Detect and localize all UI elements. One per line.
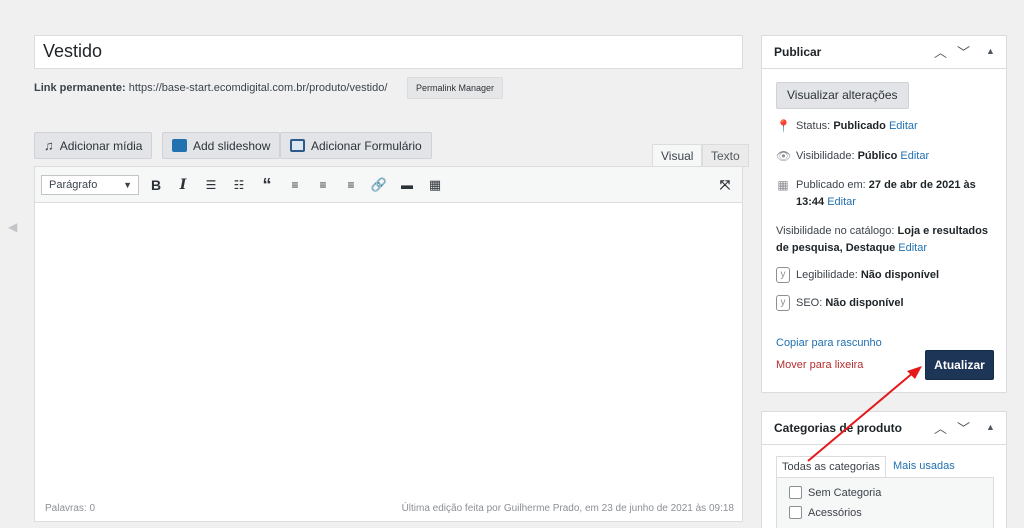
chevron-down-icon[interactable]: ﹀ [957, 418, 970, 437]
permalink-manager-button[interactable]: Permalink Manager [407, 77, 504, 99]
align-left-icon[interactable]: ≡ [286, 176, 304, 194]
categories-title: Categorias de produto [774, 421, 903, 435]
chevron-up-icon[interactable]: ︿ [934, 418, 947, 437]
word-count: Palavras: 0 [45, 503, 96, 514]
italic-icon[interactable]: I [174, 176, 192, 194]
preview-changes-button[interactable]: Visualizar alterações [776, 82, 909, 109]
copy-to-draft-link[interactable]: Copiar para rascunho [776, 337, 882, 349]
permalink-label: Link permanente: [34, 82, 126, 94]
numbered-list-icon[interactable]: ☷ [230, 176, 248, 194]
publish-title: Publicar [774, 45, 822, 59]
permalink: Link permanente: https://base-start.ecom… [34, 82, 387, 94]
link-icon[interactable]: 🔗 [370, 176, 388, 194]
bullet-list-icon[interactable]: ☰ [202, 176, 220, 194]
checkbox[interactable] [789, 506, 802, 519]
calendar-icon: ▦ [777, 178, 789, 192]
add-form-button[interactable]: Adicionar Formulário [280, 132, 432, 159]
checkbox[interactable] [789, 486, 802, 499]
publish-box: Publicar ︿ ﹀ ▲ Visualizar alterações 📍 S… [761, 35, 1007, 393]
category-list: Sem Categoria Acessórios [776, 477, 994, 528]
list-item[interactable]: Acessórios [789, 506, 862, 519]
editor-toolbar: Parágrafo ▼ B I ☰ ☷ “ ≡ ≡ ≡ 🔗 ▬ ▦ ⤧ [35, 167, 742, 203]
permalink-url[interactable]: https://base-start.ecomdigital.com.br/pr… [129, 82, 388, 94]
eye-icon: 👁 [776, 149, 792, 163]
form-icon [290, 139, 305, 152]
pin-icon: 📍 [776, 119, 791, 133]
category-tabs: Todas as categorias Mais usadas [776, 456, 1006, 478]
align-right-icon[interactable]: ≡ [342, 176, 360, 194]
list-item[interactable]: Sem Categoria [789, 486, 881, 499]
add-media-button[interactable]: ♫ Adicionar mídia [34, 132, 153, 159]
yoast-icon: y [776, 295, 790, 311]
update-button[interactable]: Atualizar [925, 350, 994, 380]
caret-down-icon: ▼ [123, 180, 132, 190]
tab-most-used[interactable]: Mais usadas [888, 456, 960, 478]
chevron-down-icon[interactable]: ﹀ [957, 42, 970, 61]
publish-box-header: Publicar ︿ ﹀ ▲ [762, 36, 1006, 69]
bold-icon[interactable]: B [147, 176, 165, 194]
edit-status-link[interactable]: Editar [889, 120, 918, 132]
content-editor[interactable]: Parágrafo ▼ B I ☰ ☷ “ ≡ ≡ ≡ 🔗 ▬ ▦ ⤧ Pala… [34, 166, 743, 522]
edit-visibility-link[interactable]: Editar [900, 150, 929, 162]
read-more-icon[interactable]: ▬ [398, 176, 416, 194]
visibility-row: 👁 Visibilidade: Público Editar [776, 149, 930, 163]
blockquote-icon[interactable]: “ [258, 176, 276, 194]
toolbar-toggle-icon[interactable]: ▦ [426, 176, 444, 194]
tab-text[interactable]: Texto [702, 144, 749, 167]
editor-statusbar: Palavras: 0 Última edição feita por Guil… [35, 499, 742, 521]
yoast-icon: y [776, 267, 790, 283]
status-row: 📍 Status: Publicado Editar [776, 119, 918, 133]
edit-date-link[interactable]: Editar [827, 196, 856, 208]
format-select[interactable]: Parágrafo ▼ [41, 175, 139, 195]
move-to-trash-link[interactable]: Mover para lixeira [776, 359, 863, 371]
categories-box-header: Categorias de produto ︿ ﹀ ▲ [762, 412, 1006, 445]
last-edit: Última edição feita por Guilherme Prado,… [401, 503, 734, 514]
toggle-panel-icon[interactable]: ▲ [986, 46, 995, 56]
product-categories-box: Categorias de produto ︿ ﹀ ▲ Todas as cat… [761, 411, 1007, 528]
published-row: ▦ Publicado em: 27 de abr de 2021 às 13:4… [777, 178, 976, 208]
seo-row: y SEO: Não disponível [776, 295, 904, 312]
tab-visual[interactable]: Visual [652, 144, 703, 167]
align-center-icon[interactable]: ≡ [314, 176, 332, 194]
toggle-panel-icon[interactable]: ▲ [986, 422, 995, 432]
post-title-input[interactable]: Vestido [34, 35, 743, 69]
readability-row: y Legibilidade: Não disponível [776, 267, 939, 284]
tab-all-categories[interactable]: Todas as categorias [776, 456, 886, 478]
chevron-up-icon[interactable]: ︿ [934, 42, 947, 61]
edit-catalog-link[interactable]: Editar [898, 242, 927, 254]
fullscreen-icon[interactable]: ⤧ [716, 176, 734, 194]
catalog-visibility-row: Visibilidade no catálogo: Loja e resulta… [776, 225, 988, 254]
add-slideshow-button[interactable]: Add slideshow [162, 132, 281, 159]
media-icon: ♫ [44, 138, 54, 153]
collapse-left-icon: ◀ [8, 220, 18, 234]
slideshow-icon [172, 139, 187, 152]
